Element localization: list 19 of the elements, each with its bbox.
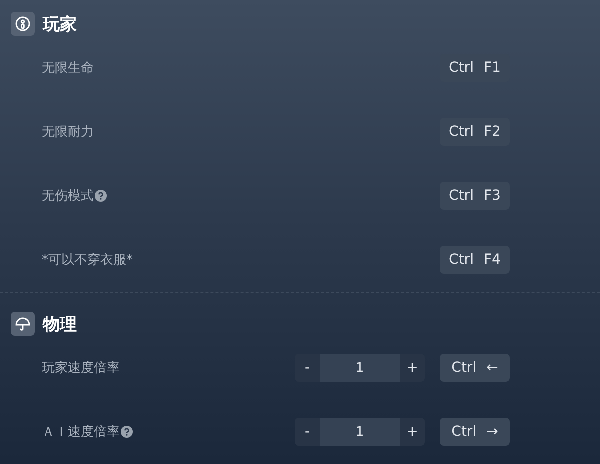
option-label: 玩家速度倍率 [42,360,120,377]
option-label: 无限生命 [42,60,94,77]
person-icon [11,12,35,36]
help-icon[interactable] [95,190,107,202]
hotkey-button[interactable]: Ctrl → [440,418,510,446]
help-icon[interactable] [121,426,133,438]
hotkey-button[interactable]: Ctrl ← [440,354,510,382]
section-title: 玩家 [43,14,77,36]
value-field[interactable]: 1 [320,354,400,382]
option-label: 无伤模式 [42,188,94,205]
hotkey-button[interactable]: Ctrl F4 [440,246,510,274]
umbrella-icon [11,312,35,336]
hotkey-button[interactable]: Ctrl F3 [440,182,510,210]
value-field[interactable]: 1 [320,418,400,446]
option-label: *可以不穿衣服* [42,252,133,269]
section-title: 物理 [43,314,77,336]
option-label: 无限耐力 [42,124,94,141]
option-label: ＡＩ速度倍率 [42,424,120,441]
hotkey-button[interactable]: Ctrl F2 [440,118,510,146]
